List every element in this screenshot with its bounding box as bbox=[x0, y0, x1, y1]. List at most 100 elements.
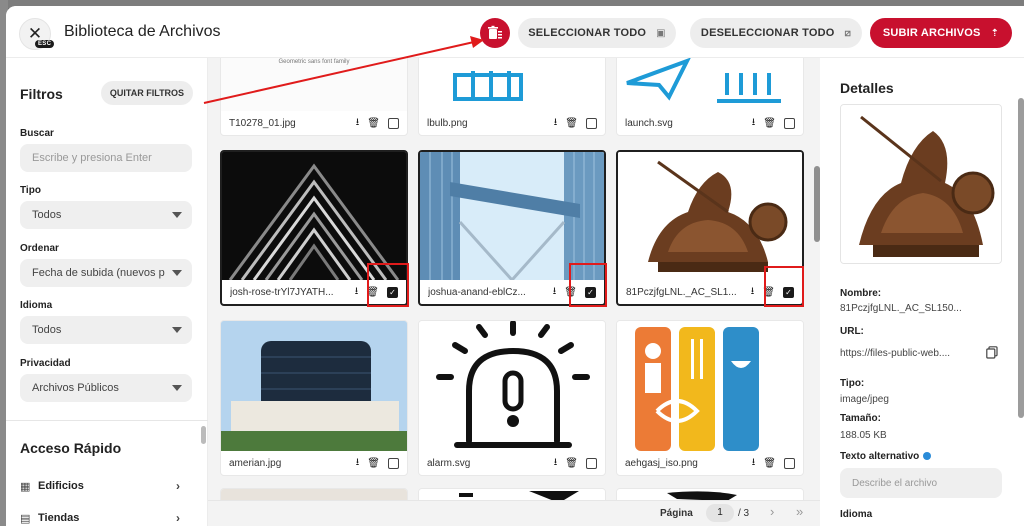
order-label: Ordenar bbox=[20, 243, 59, 254]
file-thumbnail bbox=[420, 152, 604, 280]
select-checkbox[interactable] bbox=[388, 457, 399, 469]
file-card[interactable]: amerian.jpg ⭳ 🗑 bbox=[220, 320, 408, 476]
select-checkbox[interactable] bbox=[388, 117, 399, 129]
deselect-all-label: DESELECCIONAR TODO bbox=[700, 27, 835, 39]
bulk-delete-button[interactable] bbox=[480, 18, 510, 48]
next-page-icon[interactable]: › bbox=[770, 504, 774, 519]
deselect-all-icon: ⧄ bbox=[844, 27, 852, 39]
url-value: https://files-public-web.... bbox=[840, 348, 951, 359]
privacy-select[interactable]: Archivos Públicos bbox=[20, 374, 192, 402]
alt-text-input[interactable]: Describe el archivo bbox=[840, 468, 1002, 498]
file-card[interactable]: aehgasj_iso.png ⭳ 🗑 bbox=[616, 320, 804, 476]
select-all-button[interactable]: SELECCIONAR TODO ▣ bbox=[518, 18, 676, 48]
search-label: Buscar bbox=[20, 128, 54, 139]
download-icon[interactable]: ⭳ bbox=[554, 115, 558, 132]
file-card[interactable]: launch.svg ⭳ 🗑 bbox=[616, 58, 804, 136]
upload-icon: ⇡ bbox=[990, 27, 1000, 39]
language-select[interactable]: Todos bbox=[20, 316, 192, 344]
download-icon[interactable]: ⭳ bbox=[356, 455, 360, 472]
pagination: Página 1 / 3 › » bbox=[208, 500, 820, 526]
trash-icon[interactable]: 🗑 bbox=[763, 118, 776, 129]
language-select-value: Todos bbox=[32, 324, 62, 336]
type-select-value: Todos bbox=[32, 209, 62, 221]
search-input[interactable]: Escribe y presiona Enter bbox=[20, 144, 192, 172]
size-value: 188.05 KB bbox=[840, 430, 887, 441]
type-select[interactable]: Todos bbox=[20, 201, 192, 229]
download-icon[interactable]: ⭳ bbox=[752, 115, 756, 132]
filters-sidebar: Filtros QUITAR FILTROS Buscar Escribe y … bbox=[6, 58, 208, 526]
glass-building-graphic bbox=[221, 321, 407, 451]
building-chevrons-graphic bbox=[222, 152, 406, 280]
select-checkbox[interactable] bbox=[586, 457, 597, 469]
download-icon[interactable]: ⭳ bbox=[752, 455, 756, 472]
file-card[interactable]: alarm.svg ⭳ 🗑 bbox=[418, 320, 606, 476]
details-scrollbar[interactable] bbox=[1018, 98, 1024, 418]
page-title: Biblioteca de Archivos bbox=[64, 23, 221, 40]
file-card-footer: amerian.jpg ⭳ 🗑 bbox=[221, 451, 407, 475]
towers-skybridge-graphic bbox=[420, 152, 604, 280]
details-preview bbox=[840, 104, 1002, 264]
sidebar-scrollbar[interactable] bbox=[201, 426, 206, 444]
last-page-icon[interactable]: » bbox=[796, 504, 803, 519]
copy-icon[interactable] bbox=[986, 346, 998, 359]
quick-access-title: Acceso Rápido bbox=[20, 440, 122, 456]
page-number-input[interactable]: 1 bbox=[706, 504, 734, 522]
trash-icon[interactable]: 🗑 bbox=[565, 458, 578, 469]
lightbulb-graphic bbox=[453, 71, 523, 101]
file-name: lbulb.png bbox=[427, 117, 468, 129]
download-icon[interactable]: ⭳ bbox=[751, 284, 755, 301]
launch-graphic bbox=[626, 58, 781, 103]
url-label: URL: bbox=[840, 326, 864, 337]
details-panel: Detalles Nombre: 81PczjfgLNL._AC_SL150..… bbox=[820, 58, 1024, 526]
trash-icon[interactable]: 🗑 bbox=[367, 118, 380, 129]
modal-header: ✕ ESC Biblioteca de Archivos SELECCIONAR… bbox=[6, 6, 1024, 58]
upload-files-button[interactable]: SUBIR ARCHIVOS ⇡ bbox=[870, 18, 1012, 48]
select-checkbox[interactable] bbox=[586, 117, 597, 129]
file-card[interactable]: lbulb.png ⭳ 🗑 bbox=[418, 58, 606, 136]
file-name-label: Nombre: bbox=[840, 288, 882, 299]
trash-icon[interactable]: 🗑 bbox=[763, 458, 776, 469]
quick-item-label: Edificios bbox=[38, 480, 84, 492]
service-icons-graphic bbox=[635, 327, 759, 451]
bronze-warriors-statue-graphic bbox=[841, 105, 1001, 263]
trash-icon[interactable]: 🗑 bbox=[565, 118, 578, 129]
annotation-highlight bbox=[367, 263, 409, 307]
file-thumbnail bbox=[419, 321, 605, 451]
select-checkbox[interactable] bbox=[784, 117, 795, 129]
annotation-highlight bbox=[764, 266, 804, 307]
page-label: Página bbox=[660, 508, 693, 519]
file-thumbnail bbox=[222, 152, 406, 280]
select-all-label: SELECCIONAR TODO bbox=[528, 27, 647, 39]
chevron-down-icon bbox=[172, 212, 182, 218]
info-icon[interactable] bbox=[923, 452, 932, 461]
quick-item-stores[interactable]: ▤ Tiendas › bbox=[20, 508, 180, 526]
sidebar-divider bbox=[6, 420, 208, 421]
deselect-all-button[interactable]: DESELECCIONAR TODO ⧄ bbox=[690, 18, 862, 48]
file-card-footer: aehgasj_iso.png ⭳ 🗑 bbox=[617, 451, 803, 475]
file-name: launch.svg bbox=[625, 117, 673, 129]
trash-list-icon bbox=[488, 25, 502, 39]
order-select[interactable]: Fecha de subida (nuevos p bbox=[20, 259, 192, 287]
quick-item-buildings[interactable]: ▦ Edificios › bbox=[20, 476, 180, 496]
download-icon[interactable]: ⭳ bbox=[554, 455, 558, 472]
page-total: / 3 bbox=[738, 508, 750, 519]
size-label: Tamaño: bbox=[840, 413, 881, 424]
building-icon: ▦ bbox=[20, 480, 31, 493]
chevron-down-icon bbox=[172, 327, 182, 333]
download-icon[interactable]: ⭳ bbox=[355, 284, 359, 301]
download-icon[interactable]: ⭳ bbox=[553, 284, 557, 301]
chevron-right-icon: › bbox=[176, 511, 180, 525]
file-card-footer: lbulb.png ⭳ 🗑 bbox=[419, 111, 605, 135]
filters-title: Filtros bbox=[20, 86, 63, 102]
alt-text-label: Texto alternativo bbox=[840, 451, 932, 462]
select-checkbox[interactable] bbox=[784, 457, 795, 469]
bronze-warriors-statue-graphic bbox=[618, 152, 802, 280]
download-icon[interactable]: ⭳ bbox=[356, 115, 360, 132]
privacy-select-value: Archivos Públicos bbox=[32, 382, 119, 394]
file-card[interactable]: Geometric sans font family T10278_01.jpg… bbox=[220, 58, 408, 136]
clear-filters-button[interactable]: QUITAR FILTROS bbox=[101, 81, 193, 105]
trash-icon[interactable]: 🗑 bbox=[367, 458, 380, 469]
file-name: joshua-anand-eblCz... bbox=[428, 286, 526, 298]
language-label: Idioma bbox=[20, 300, 53, 311]
select-all-icon: ▣ bbox=[656, 27, 666, 39]
